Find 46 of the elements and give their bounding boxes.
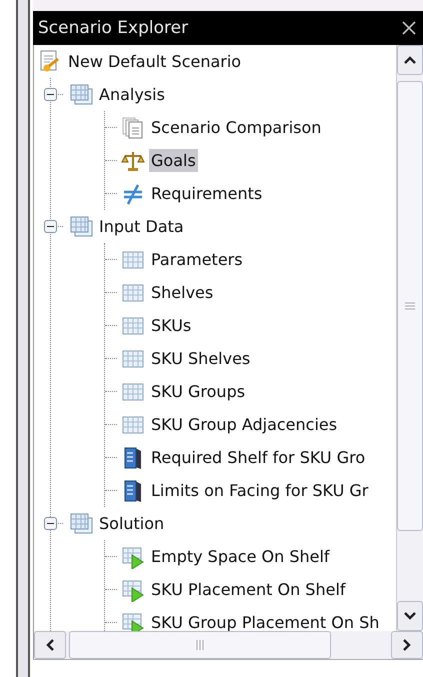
documents-icon bbox=[121, 116, 145, 140]
table-stack-icon bbox=[69, 512, 93, 536]
tree-item[interactable]: SKU Groups bbox=[149, 380, 248, 403]
table-play-icon bbox=[121, 578, 145, 602]
tree-item[interactable]: SKU Shelves bbox=[149, 347, 252, 370]
table-play-icon bbox=[121, 610, 145, 631]
tree-item[interactable]: SKU Group Placement On Sh bbox=[149, 611, 382, 631]
table-stack-icon bbox=[69, 82, 93, 106]
tree-item[interactable]: Input Data bbox=[97, 215, 186, 238]
grip-icon bbox=[195, 640, 205, 650]
collapse-toggle[interactable] bbox=[44, 517, 57, 530]
scroll-thumb[interactable] bbox=[397, 81, 423, 531]
table-play-icon bbox=[121, 544, 145, 568]
tree-item[interactable]: Requirements bbox=[149, 182, 264, 205]
collapse-toggle[interactable] bbox=[44, 88, 57, 101]
not-equal-icon bbox=[121, 182, 145, 206]
collapse-toggle[interactable] bbox=[44, 220, 57, 233]
horizontal-scrollbar[interactable] bbox=[33, 631, 423, 659]
tree-item[interactable]: SKUs bbox=[149, 314, 194, 337]
caret-down-icon bbox=[403, 611, 417, 621]
tree-item[interactable]: Scenario Comparison bbox=[149, 116, 324, 139]
scroll-thumb[interactable] bbox=[69, 631, 331, 659]
tree-item[interactable]: New Default Scenario bbox=[66, 50, 244, 73]
panel-title: Scenario Explorer bbox=[38, 18, 188, 38]
tree-item[interactable]: Analysis bbox=[97, 83, 167, 106]
caret-left-icon bbox=[45, 638, 55, 652]
table-stack-icon bbox=[69, 214, 93, 238]
vertical-scrollbar[interactable] bbox=[396, 45, 423, 631]
grip-icon bbox=[405, 301, 415, 311]
tree-item[interactable]: SKU Placement On Shelf bbox=[149, 578, 348, 601]
document-key-icon bbox=[38, 50, 62, 74]
tree-item[interactable]: Required Shelf for SKU Gro bbox=[149, 446, 368, 469]
tree-item[interactable]: SKU Group Adjacencies bbox=[149, 413, 340, 436]
caret-up-icon bbox=[403, 55, 417, 65]
scroll-left-button[interactable] bbox=[34, 631, 66, 659]
caret-right-icon bbox=[402, 638, 412, 652]
scroll-up-button[interactable] bbox=[397, 45, 423, 75]
tree-item[interactable]: Shelves bbox=[149, 281, 216, 304]
tree-item[interactable]: Parameters bbox=[149, 248, 245, 271]
scroll-down-button[interactable] bbox=[397, 601, 423, 631]
close-icon[interactable] bbox=[401, 20, 417, 36]
tree-item[interactable]: Goals bbox=[149, 149, 198, 172]
tree-item[interactable]: Empty Space On Shelf bbox=[149, 545, 332, 568]
tree-item[interactable]: Solution bbox=[97, 512, 166, 535]
scroll-right-button[interactable] bbox=[391, 631, 423, 659]
tree-item[interactable]: Limits on Facing for SKU Gr bbox=[149, 479, 370, 502]
